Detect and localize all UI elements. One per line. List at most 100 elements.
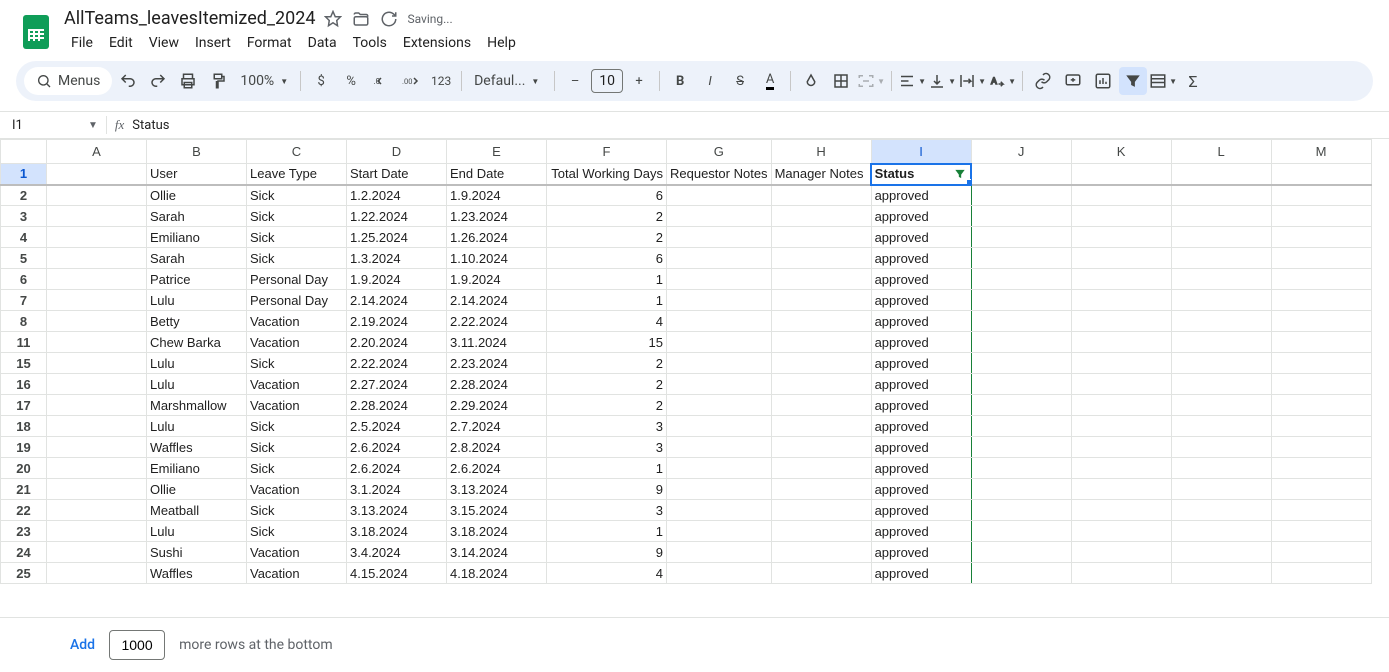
cell[interactable] — [971, 227, 1071, 248]
cell[interactable] — [771, 500, 871, 521]
col-header-K[interactable]: K — [1071, 140, 1171, 164]
menu-insert[interactable]: Insert — [188, 31, 238, 55]
cell[interactable]: Sick — [247, 206, 347, 227]
vertical-align-button[interactable]: ▼ — [928, 67, 956, 95]
cell[interactable] — [1271, 206, 1371, 227]
cell[interactable]: 2.7.2024 — [447, 416, 547, 437]
cell[interactable]: approved — [871, 374, 971, 395]
cell[interactable] — [667, 563, 772, 584]
formula-bar[interactable]: Status — [132, 118, 169, 133]
cell[interactable]: Emiliano — [147, 458, 247, 479]
cell[interactable] — [1171, 164, 1271, 185]
cell[interactable]: approved — [871, 248, 971, 269]
cell[interactable] — [1271, 290, 1371, 311]
cell[interactable]: 2 — [547, 374, 667, 395]
cell[interactable] — [1071, 290, 1171, 311]
cell[interactable]: 2.29.2024 — [447, 395, 547, 416]
name-box[interactable]: I1 — [8, 118, 80, 133]
cell[interactable] — [771, 227, 871, 248]
menu-view[interactable]: View — [142, 31, 186, 55]
cell[interactable]: Waffles — [147, 563, 247, 584]
cell[interactable]: User — [147, 164, 247, 185]
cell[interactable] — [1171, 248, 1271, 269]
cell[interactable] — [667, 500, 772, 521]
cell[interactable] — [971, 374, 1071, 395]
cell[interactable] — [47, 353, 147, 374]
cell[interactable] — [1171, 458, 1271, 479]
cell[interactable]: 3.11.2024 — [447, 332, 547, 353]
cell[interactable] — [771, 353, 871, 374]
cell[interactable] — [1071, 479, 1171, 500]
cell[interactable] — [1271, 311, 1371, 332]
cell[interactable] — [771, 311, 871, 332]
col-header-I[interactable]: I — [871, 140, 971, 164]
cell[interactable] — [771, 332, 871, 353]
cell[interactable] — [971, 269, 1071, 290]
strikethrough-button[interactable]: S — [726, 67, 754, 95]
cell[interactable] — [1071, 416, 1171, 437]
cell[interactable] — [971, 563, 1071, 584]
merge-cells-button[interactable]: ▼ — [857, 67, 885, 95]
cell[interactable] — [771, 437, 871, 458]
menu-help[interactable]: Help — [480, 31, 523, 55]
cell[interactable]: Lulu — [147, 290, 247, 311]
cell[interactable] — [971, 500, 1071, 521]
cell[interactable] — [771, 269, 871, 290]
cell[interactable]: Meatball — [147, 500, 247, 521]
row-header[interactable]: 6 — [1, 269, 47, 290]
row-header[interactable]: 3 — [1, 206, 47, 227]
cell[interactable]: 4 — [547, 311, 667, 332]
cell[interactable]: 2.28.2024 — [347, 395, 447, 416]
cell[interactable]: Sick — [247, 185, 347, 206]
cell[interactable]: Ollie — [147, 185, 247, 206]
cell[interactable]: 1.9.2024 — [447, 185, 547, 206]
cell[interactable] — [1171, 500, 1271, 521]
cell[interactable] — [47, 458, 147, 479]
row-header[interactable]: 21 — [1, 479, 47, 500]
cell[interactable]: 1 — [547, 521, 667, 542]
cell[interactable]: Betty — [147, 311, 247, 332]
cell[interactable] — [971, 290, 1071, 311]
cell[interactable]: 1 — [547, 290, 667, 311]
cell[interactable]: Patrice — [147, 269, 247, 290]
menu-format[interactable]: Format — [240, 31, 299, 55]
row-header[interactable]: 11 — [1, 332, 47, 353]
cell[interactable] — [1171, 290, 1271, 311]
cell[interactable]: 3.15.2024 — [447, 500, 547, 521]
row-header[interactable]: 16 — [1, 374, 47, 395]
col-header-C[interactable]: C — [247, 140, 347, 164]
row-header[interactable]: 18 — [1, 416, 47, 437]
cell[interactable] — [47, 332, 147, 353]
row-header[interactable]: 4 — [1, 227, 47, 248]
cell[interactable]: 3.14.2024 — [447, 542, 547, 563]
cell[interactable]: 1.23.2024 — [447, 206, 547, 227]
cell[interactable] — [47, 479, 147, 500]
row-header[interactable]: 7 — [1, 290, 47, 311]
cell[interactable] — [971, 206, 1071, 227]
cell[interactable]: Lulu — [147, 353, 247, 374]
cell[interactable] — [771, 290, 871, 311]
cell[interactable] — [667, 332, 772, 353]
row-header[interactable]: 25 — [1, 563, 47, 584]
cell[interactable]: 2.14.2024 — [447, 290, 547, 311]
cell[interactable]: 2.23.2024 — [447, 353, 547, 374]
insert-chart-button[interactable] — [1089, 67, 1117, 95]
cell[interactable]: Lulu — [147, 521, 247, 542]
cell[interactable] — [971, 521, 1071, 542]
cell[interactable] — [1071, 269, 1171, 290]
cell[interactable]: Emiliano — [147, 227, 247, 248]
cell[interactable] — [971, 479, 1071, 500]
cell[interactable] — [47, 374, 147, 395]
cell[interactable] — [1071, 458, 1171, 479]
cell[interactable]: Marshmallow — [147, 395, 247, 416]
cell[interactable]: Sick — [247, 227, 347, 248]
cell[interactable] — [1271, 164, 1371, 185]
cell[interactable] — [47, 164, 147, 185]
col-header-M[interactable]: M — [1271, 140, 1371, 164]
cell[interactable]: Leave Type — [247, 164, 347, 185]
cell[interactable]: approved — [871, 563, 971, 584]
row-header[interactable]: 23 — [1, 521, 47, 542]
functions-button[interactable]: Σ — [1179, 67, 1207, 95]
row-header[interactable]: 19 — [1, 437, 47, 458]
cell[interactable]: 2.8.2024 — [447, 437, 547, 458]
